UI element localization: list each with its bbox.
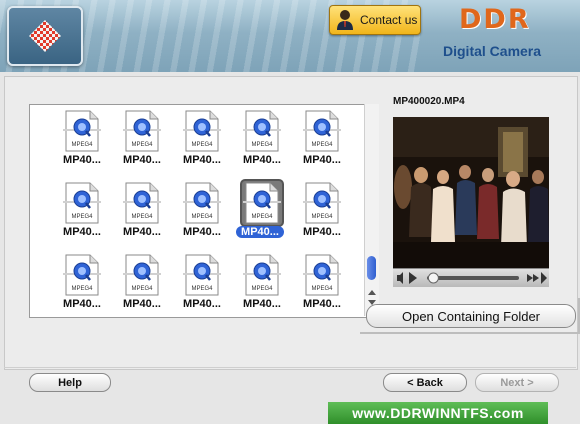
video-controls xyxy=(393,268,549,287)
scroll-up-arrow-icon[interactable] xyxy=(368,290,376,295)
mpeg4-file-icon: MPEG4 xyxy=(242,109,282,153)
preview-filename: MP400020.MP4 xyxy=(393,96,465,107)
skip-end-icon[interactable] xyxy=(541,272,547,284)
file-item[interactable]: MPEG4 MP40... xyxy=(110,253,170,321)
file-item[interactable]: MPEG4 MP40... xyxy=(170,253,230,321)
mpeg4-file-icon: MPEG4 xyxy=(242,253,282,297)
mpeg4-file-icon: MPEG4 xyxy=(242,181,282,225)
file-type-badge: MPEG4 xyxy=(251,142,273,148)
file-type-badge: MPEG4 xyxy=(311,214,333,220)
file-type-badge: MPEG4 xyxy=(191,286,213,292)
mpeg4-file-icon: MPEG4 xyxy=(122,253,162,297)
mpeg4-file-icon: MPEG4 xyxy=(182,253,222,297)
open-containing-folder-button[interactable]: Open Containing Folder xyxy=(366,304,576,328)
file-item[interactable]: MPEG4 MP40... xyxy=(110,181,170,249)
file-item[interactable]: MPEG4 MP40... xyxy=(170,181,230,249)
file-name: MP40... xyxy=(123,154,161,166)
file-name: MP40... xyxy=(183,298,221,310)
divider xyxy=(4,367,576,368)
video-frame-image xyxy=(393,117,549,268)
product-subtitle: Digital Camera xyxy=(443,43,542,59)
person-icon xyxy=(337,10,353,30)
file-name: MP40... xyxy=(303,154,341,166)
scroll-thumb[interactable] xyxy=(367,256,376,280)
mpeg4-file-icon: MPEG4 xyxy=(122,109,162,153)
file-type-badge: MPEG4 xyxy=(251,286,273,292)
volume-icon[interactable] xyxy=(397,272,403,284)
file-type-badge: MPEG4 xyxy=(191,142,213,148)
file-type-badge: MPEG4 xyxy=(311,286,333,292)
file-type-badge: MPEG4 xyxy=(131,214,153,220)
file-name: MP40... xyxy=(243,154,281,166)
file-name: MP40... xyxy=(63,298,101,310)
contact-us-button[interactable]: Contact us xyxy=(329,5,421,35)
back-button[interactable]: < Back xyxy=(383,373,467,392)
file-name: MP40... xyxy=(183,154,221,166)
file-item[interactable]: MPEG4 MP40... xyxy=(290,109,350,177)
file-type-badge: MPEG4 xyxy=(71,286,93,292)
file-item[interactable]: MPEG4 MP40... xyxy=(170,109,230,177)
file-type-badge: MPEG4 xyxy=(131,286,153,292)
next-button[interactable]: Next > xyxy=(475,373,559,392)
file-item[interactable]: MPEG4 MP40... xyxy=(110,109,170,177)
mpeg4-file-icon: MPEG4 xyxy=(302,181,342,225)
mpeg4-file-icon: MPEG4 xyxy=(62,181,102,225)
file-name: MP40... xyxy=(303,226,341,238)
checker-logo-icon xyxy=(29,20,61,52)
file-item[interactable]: MPEG4 MP40... xyxy=(50,181,110,249)
file-item[interactable]: MPEG4 MP40... xyxy=(230,253,290,321)
file-type-badge: MPEG4 xyxy=(311,142,333,148)
help-button[interactable]: Help xyxy=(29,373,111,392)
mpeg4-file-icon: MPEG4 xyxy=(302,109,342,153)
app-header: Contact us DDR Digital Camera xyxy=(0,0,580,72)
app-logo xyxy=(7,6,83,66)
file-name: MP40... xyxy=(123,226,161,238)
video-controls-bar xyxy=(397,272,547,284)
mpeg4-file-icon: MPEG4 xyxy=(122,181,162,225)
file-type-badge: MPEG4 xyxy=(131,142,153,148)
file-grid: MPEG4 MP40... MPEG4 MP40... MPEG4 MP40... MPEG… xyxy=(29,104,379,318)
video-preview xyxy=(393,117,549,287)
website-url[interactable]: www.DDRWINNTFS.com xyxy=(328,402,548,424)
brand-title: DDR xyxy=(459,4,531,35)
play-icon[interactable] xyxy=(409,272,417,284)
seek-handle[interactable] xyxy=(427,272,439,284)
seek-track[interactable] xyxy=(427,276,519,280)
file-name: MP40... xyxy=(123,298,161,310)
mpeg4-file-icon: MPEG4 xyxy=(182,181,222,225)
file-item[interactable]: MPEG4 MP40... xyxy=(50,109,110,177)
mpeg4-file-icon: MPEG4 xyxy=(62,253,102,297)
file-item[interactable]: MPEG4 MP40... xyxy=(50,253,110,321)
vertical-scrollbar[interactable] xyxy=(364,104,379,316)
file-item[interactable]: MPEG4 MP40... xyxy=(290,181,350,249)
file-type-badge: MPEG4 xyxy=(191,214,213,220)
file-name: MP40... xyxy=(183,226,221,238)
mpeg4-file-icon: MPEG4 xyxy=(182,109,222,153)
file-name: MP40... xyxy=(236,226,284,238)
file-type-badge: MPEG4 xyxy=(251,214,273,220)
file-name: MP40... xyxy=(243,298,281,310)
file-item[interactable]: MPEG4 MP40... xyxy=(230,109,290,177)
fast-forward-icon[interactable] xyxy=(527,274,539,282)
file-type-badge: MPEG4 xyxy=(71,214,93,220)
file-name: MP40... xyxy=(63,154,101,166)
file-item[interactable]: MPEG4 MP40... xyxy=(290,253,350,321)
file-name: MP40... xyxy=(303,298,341,310)
contact-us-label: Contact us xyxy=(360,13,418,27)
mpeg4-file-icon: MPEG4 xyxy=(62,109,102,153)
file-name: MP40... xyxy=(63,226,101,238)
file-type-badge: MPEG4 xyxy=(71,142,93,148)
file-item[interactable]: MPEG4 MP40... xyxy=(230,181,290,249)
mpeg4-file-icon: MPEG4 xyxy=(302,253,342,297)
